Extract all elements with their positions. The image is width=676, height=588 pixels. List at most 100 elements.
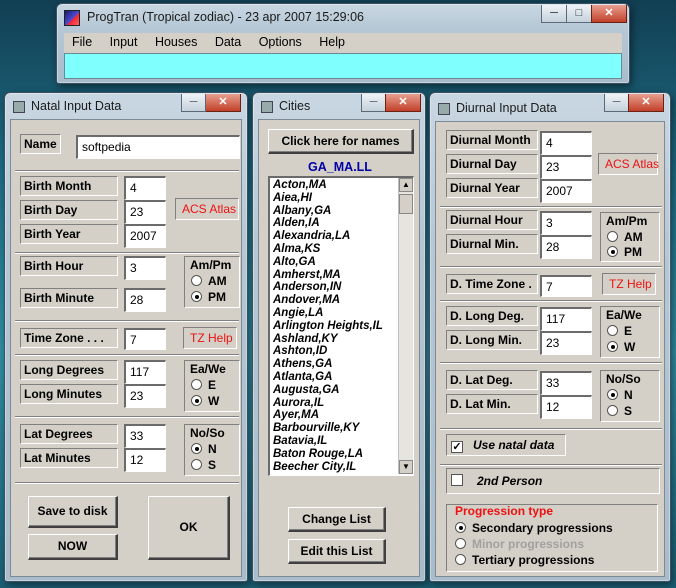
natal-south-radio[interactable]: S bbox=[191, 458, 216, 472]
lat-minutes-field[interactable]: 12 bbox=[124, 448, 166, 472]
second-person-checkbox[interactable]: 2nd Person bbox=[446, 468, 660, 494]
diurnal-day-label: Diurnal Day bbox=[446, 154, 538, 174]
city-list-item[interactable]: Aiea,HI bbox=[273, 192, 397, 205]
tertiary-progressions-radio[interactable]: Tertiary progressions bbox=[455, 553, 594, 567]
diurnal-west-radio[interactable]: W bbox=[607, 340, 635, 354]
city-list-item[interactable]: Batavia,IL bbox=[273, 435, 397, 448]
diurnal-lat-min-field[interactable]: 12 bbox=[540, 395, 592, 419]
change-list-button[interactable]: Change List bbox=[288, 507, 386, 532]
menu-help[interactable]: Help bbox=[319, 35, 345, 49]
diurnal-min-field[interactable]: 28 bbox=[540, 235, 592, 259]
diurnal-year-field[interactable]: 2007 bbox=[540, 179, 592, 203]
noso-title: No/So bbox=[606, 372, 641, 386]
secondary-progressions-radio[interactable]: Secondary progressions bbox=[455, 521, 613, 535]
list-scrollbar[interactable]: ▲ ▼ bbox=[398, 178, 413, 474]
menu-file[interactable]: File bbox=[72, 35, 92, 49]
natal-am-radio[interactable]: AM bbox=[191, 274, 227, 288]
empty-checkbox-icon bbox=[451, 474, 463, 486]
city-list-item[interactable]: Alexandria,LA bbox=[273, 230, 397, 243]
city-list-items: Acton,MA Aiea,HI Albany,GA Alden,IA Alexandr… bbox=[273, 179, 397, 473]
timezone-field[interactable]: 7 bbox=[124, 328, 166, 350]
maximize-button[interactable]: □ bbox=[566, 5, 592, 23]
radio-selected-icon bbox=[607, 341, 618, 352]
diurnal-long-min-field[interactable]: 23 bbox=[540, 331, 592, 355]
city-list-item[interactable]: Amherst,MA bbox=[273, 269, 397, 282]
diurnal-window-title: Diurnal Input Data bbox=[456, 101, 557, 115]
diurnal-month-field[interactable]: 4 bbox=[540, 131, 592, 155]
natal-east-radio[interactable]: E bbox=[191, 378, 216, 392]
natal-north-radio[interactable]: N bbox=[191, 442, 217, 456]
city-list-item[interactable]: Athens,GA bbox=[273, 358, 397, 371]
app-icon bbox=[64, 10, 80, 26]
scroll-up-arrow-icon[interactable]: ▲ bbox=[399, 178, 413, 192]
save-to-disk-button[interactable]: Save to disk bbox=[28, 496, 118, 528]
edit-list-button[interactable]: Edit this List bbox=[288, 539, 386, 564]
menu-options[interactable]: Options bbox=[259, 35, 302, 49]
diurnal-east-radio[interactable]: E bbox=[607, 324, 632, 338]
click-for-names-button[interactable]: Click here for names bbox=[268, 129, 414, 154]
now-button[interactable]: NOW bbox=[28, 534, 118, 560]
city-list-item[interactable]: Andover,MA bbox=[273, 294, 397, 307]
scroll-thumb[interactable] bbox=[399, 194, 413, 214]
city-list-item[interactable]: Aurora,IL bbox=[273, 397, 397, 410]
birth-minute-field[interactable]: 28 bbox=[124, 288, 166, 312]
natal-close-button[interactable]: ✕ bbox=[205, 94, 241, 112]
use-natal-checkbox[interactable]: ✓ Use natal data bbox=[446, 434, 566, 456]
natal-minimize-button[interactable]: ─ bbox=[181, 94, 206, 112]
city-list-item[interactable]: Ayer,MA bbox=[273, 409, 397, 422]
city-list-item[interactable]: Alto,GA bbox=[273, 256, 397, 269]
menu-data[interactable]: Data bbox=[215, 35, 241, 49]
city-list-item[interactable]: Arlington Heights,IL bbox=[273, 320, 397, 333]
birth-hour-field[interactable]: 3 bbox=[124, 256, 166, 280]
city-list-item[interactable]: Anderson,IN bbox=[273, 281, 397, 294]
cities-close-button[interactable]: ✕ bbox=[385, 94, 421, 112]
scroll-down-arrow-icon[interactable]: ▼ bbox=[399, 460, 413, 474]
cities-minimize-button[interactable]: ─ bbox=[361, 94, 386, 112]
natal-pm-radio[interactable]: PM bbox=[191, 290, 226, 304]
diurnal-north-radio[interactable]: N bbox=[607, 388, 633, 402]
minimize-button[interactable]: ─ bbox=[541, 5, 567, 23]
long-minutes-field[interactable]: 23 bbox=[124, 384, 166, 408]
lat-degrees-field[interactable]: 33 bbox=[124, 424, 166, 448]
close-button[interactable]: ✕ bbox=[591, 5, 627, 23]
menu-houses[interactable]: Houses bbox=[155, 35, 197, 49]
diurnal-south-radio[interactable]: S bbox=[607, 404, 632, 418]
diurnal-close-button[interactable]: ✕ bbox=[628, 94, 664, 112]
city-list-item[interactable]: Beecher City,IL bbox=[273, 461, 397, 474]
diurnal-minimize-button[interactable]: ─ bbox=[604, 94, 629, 112]
diurnal-am-radio[interactable]: AM bbox=[607, 230, 643, 244]
birth-day-field[interactable]: 23 bbox=[124, 200, 166, 224]
name-field[interactable]: softpedia bbox=[76, 135, 240, 159]
city-listbox[interactable]: Acton,MA Aiea,HI Albany,GA Alden,IA Alexandr… bbox=[268, 176, 414, 476]
diurnal-pm-radio[interactable]: PM bbox=[607, 245, 642, 259]
city-list-item[interactable]: Albany,GA bbox=[273, 205, 397, 218]
city-list-item[interactable]: Ashton,ID bbox=[273, 345, 397, 358]
birth-month-field[interactable]: 4 bbox=[124, 176, 166, 200]
city-list-item[interactable]: Atlanta,GA bbox=[273, 371, 397, 384]
diurnal-lat-deg-field[interactable]: 33 bbox=[540, 371, 592, 395]
acs-atlas-link[interactable]: ACS Atlas bbox=[175, 198, 239, 220]
city-list-item[interactable]: Augusta,GA bbox=[273, 384, 397, 397]
natal-west-radio[interactable]: W bbox=[191, 394, 219, 408]
city-list-item[interactable]: Acton,MA bbox=[273, 179, 397, 192]
city-list-item[interactable]: Ashland,KY bbox=[273, 333, 397, 346]
city-list-item[interactable]: Angie,LA bbox=[273, 307, 397, 320]
diurnal-long-deg-field[interactable]: 117 bbox=[540, 307, 592, 331]
birth-year-field[interactable]: 2007 bbox=[124, 224, 166, 248]
diurnal-tz-label: D. Time Zone . bbox=[446, 274, 538, 294]
diurnal-tz-help-link[interactable]: TZ Help bbox=[602, 273, 656, 295]
city-list-item[interactable]: Alma,KS bbox=[273, 243, 397, 256]
ampm-title: Am/Pm bbox=[606, 214, 648, 228]
city-list-item[interactable]: Baton Rouge,LA bbox=[273, 448, 397, 461]
diurnal-hour-field[interactable]: 3 bbox=[540, 211, 592, 235]
diurnal-day-field[interactable]: 23 bbox=[540, 155, 592, 179]
menu-input[interactable]: Input bbox=[110, 35, 138, 49]
city-list-item[interactable]: Alden,IA bbox=[273, 217, 397, 230]
diurnal-tz-field[interactable]: 7 bbox=[540, 275, 592, 297]
tz-help-link[interactable]: TZ Help bbox=[183, 327, 237, 349]
diurnal-acs-atlas-link[interactable]: ACS Atlas bbox=[598, 153, 659, 175]
long-degrees-field[interactable]: 117 bbox=[124, 360, 166, 384]
ok-button[interactable]: OK bbox=[148, 496, 230, 560]
city-list-item[interactable]: Barbourville,KY bbox=[273, 422, 397, 435]
diurnal-noso-group: No/So N S bbox=[600, 370, 660, 422]
